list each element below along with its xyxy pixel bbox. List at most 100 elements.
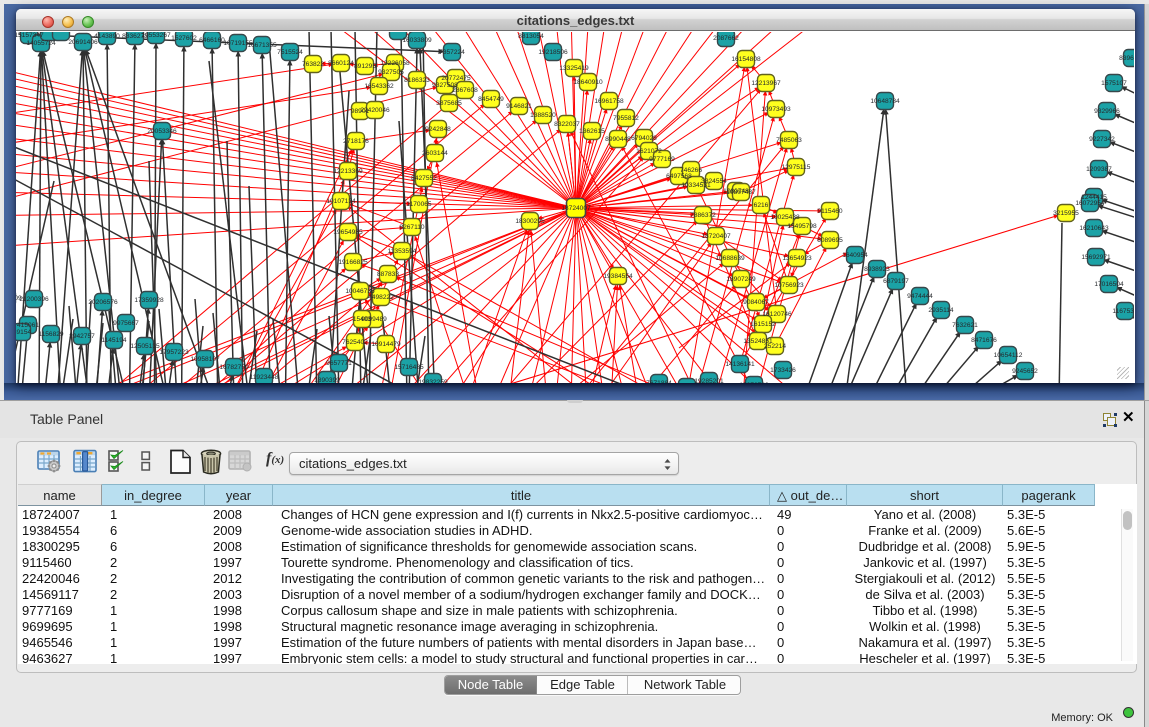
svg-text:12213369: 12213369 (333, 168, 363, 175)
svg-text:19166825: 19166825 (338, 259, 368, 266)
svg-text:18300295: 18300295 (515, 218, 545, 225)
svg-text:6497568: 6497568 (666, 173, 692, 180)
svg-text:3875685: 3875685 (436, 100, 462, 107)
svg-text:16072954: 16072954 (1075, 200, 1105, 207)
svg-text:252214: 252214 (764, 343, 786, 350)
svg-text:9474444: 9474444 (907, 293, 933, 300)
svg-text:15157347: 15157347 (16, 32, 44, 39)
svg-text:21200396: 21200396 (19, 296, 49, 303)
svg-text:10025438: 10025438 (770, 214, 800, 221)
svg-text:1640954: 1640954 (842, 252, 868, 259)
svg-text:18640910: 18640910 (573, 79, 603, 86)
svg-text:9975667: 9975667 (113, 320, 139, 327)
svg-text:20053346: 20053346 (147, 128, 177, 135)
svg-text:13654923: 13654923 (782, 255, 812, 262)
svg-text:20206576: 20206576 (88, 299, 118, 306)
svg-text:9329966: 9329966 (1094, 108, 1120, 115)
svg-text:3215955: 3215955 (1053, 210, 1079, 217)
svg-text:7955812: 7955812 (613, 115, 639, 122)
svg-text:2935114: 2935114 (928, 307, 954, 314)
svg-text:10958107: 10958107 (190, 356, 220, 363)
svg-text:10756923: 10756923 (774, 282, 804, 289)
svg-text:7625402: 7625402 (342, 339, 368, 346)
svg-text:8660124: 8660124 (328, 60, 354, 67)
svg-text:4498222: 4498222 (368, 294, 394, 301)
svg-text:10807487: 10807487 (726, 189, 756, 196)
svg-text:8471676: 8471676 (971, 337, 997, 344)
svg-text:10654112: 10654112 (994, 352, 1023, 359)
svg-text:11353594: 11353594 (388, 248, 417, 255)
svg-text:6794028: 6794028 (631, 135, 657, 142)
svg-text:1209387: 1209387 (1086, 166, 1112, 173)
svg-text:415061: 415061 (17, 322, 39, 329)
svg-text:16120746: 16120746 (762, 311, 792, 318)
svg-text:15716485: 15716485 (394, 364, 424, 371)
svg-text:8396759: 8396759 (1119, 55, 1134, 62)
svg-text:19384554: 19384554 (603, 273, 633, 280)
svg-text:10688639: 10688639 (715, 255, 745, 262)
svg-text:22420046: 22420046 (360, 107, 390, 114)
svg-text:8427552: 8427552 (411, 175, 437, 182)
svg-text:1156829: 1156829 (38, 331, 64, 338)
svg-text:9657771: 9657771 (326, 360, 352, 367)
svg-text:19654985: 19654985 (333, 229, 363, 236)
svg-text:1170065: 1170065 (406, 201, 432, 208)
svg-text:9146821: 9146821 (506, 103, 532, 110)
svg-text:20772475: 20772475 (441, 75, 471, 82)
svg-text:9245652: 9245652 (1012, 368, 1038, 375)
svg-text:10648784: 10648784 (870, 98, 900, 105)
svg-text:18720407: 18720407 (701, 233, 731, 240)
svg-text:18724007: 18724007 (561, 205, 591, 212)
svg-text:16782759: 16782759 (219, 364, 249, 371)
svg-text:17957223: 17957223 (159, 349, 189, 356)
svg-text:891295: 891295 (354, 63, 376, 70)
svg-text:1167530: 1167530 (1112, 308, 1134, 315)
svg-text:13226058: 13226058 (380, 60, 410, 67)
svg-text:1527602: 1527602 (171, 35, 197, 42)
svg-text:8990448: 8990448 (605, 136, 631, 143)
svg-text:1621072: 1621072 (636, 148, 662, 155)
svg-text:12975115: 12975115 (782, 164, 811, 171)
svg-text:16154808: 16154808 (731, 56, 761, 63)
svg-text:1890399: 1890399 (314, 377, 340, 383)
svg-text:763822: 763822 (302, 61, 324, 68)
svg-text:9327505: 9327505 (378, 69, 404, 76)
svg-text:11923448: 11923448 (250, 374, 279, 381)
svg-text:16210643: 16210643 (1079, 225, 1109, 232)
svg-text:1388520: 1388520 (530, 112, 556, 119)
svg-text:6216: 6216 (754, 202, 769, 209)
svg-text:6466160: 6466160 (199, 37, 225, 44)
svg-text:1575107: 1575107 (1101, 80, 1127, 87)
svg-text:14136141: 14136141 (725, 361, 755, 368)
svg-text:10973493: 10973493 (761, 106, 791, 113)
svg-text:17016504: 17016504 (1094, 281, 1124, 288)
svg-text:10553267: 10553267 (141, 32, 171, 39)
svg-text:746266: 746266 (680, 167, 702, 174)
svg-text:9115460: 9115460 (817, 208, 843, 215)
svg-text:9242848: 9242848 (425, 126, 451, 133)
svg-text:15076749: 15076749 (739, 382, 769, 383)
svg-text:8322037: 8322037 (554, 121, 580, 128)
svg-text:14055724: 14055724 (26, 40, 56, 47)
svg-text:2603144: 2603144 (422, 150, 448, 157)
svg-text:3824554: 3824554 (701, 178, 727, 185)
svg-text:1145194: 1145194 (101, 337, 127, 344)
svg-text:10107134: 10107134 (326, 198, 356, 205)
svg-text:8454749: 8454749 (478, 96, 504, 103)
svg-text:1362615: 1362615 (579, 128, 605, 135)
svg-text:16671355: 16671355 (247, 42, 277, 49)
svg-text:7632621: 7632621 (952, 322, 978, 329)
svg-text:16543362: 16543362 (364, 83, 394, 90)
svg-text:13325419: 13325419 (559, 65, 589, 72)
svg-text:19832259: 19832259 (418, 379, 448, 383)
svg-text:9227342: 9227342 (1089, 136, 1115, 143)
svg-text:8186323: 8186323 (404, 77, 430, 84)
svg-text:2718176: 2718176 (343, 138, 369, 145)
svg-text:8813054: 8813054 (518, 33, 544, 40)
svg-text:2867608: 2867608 (452, 87, 478, 94)
svg-text:15692971: 15692971 (1081, 254, 1111, 261)
svg-text:8267110: 8267110 (399, 224, 425, 231)
svg-text:9777169: 9777169 (649, 156, 675, 163)
svg-text:15403: 15403 (353, 316, 372, 323)
svg-text:16961758: 16961758 (594, 98, 624, 105)
